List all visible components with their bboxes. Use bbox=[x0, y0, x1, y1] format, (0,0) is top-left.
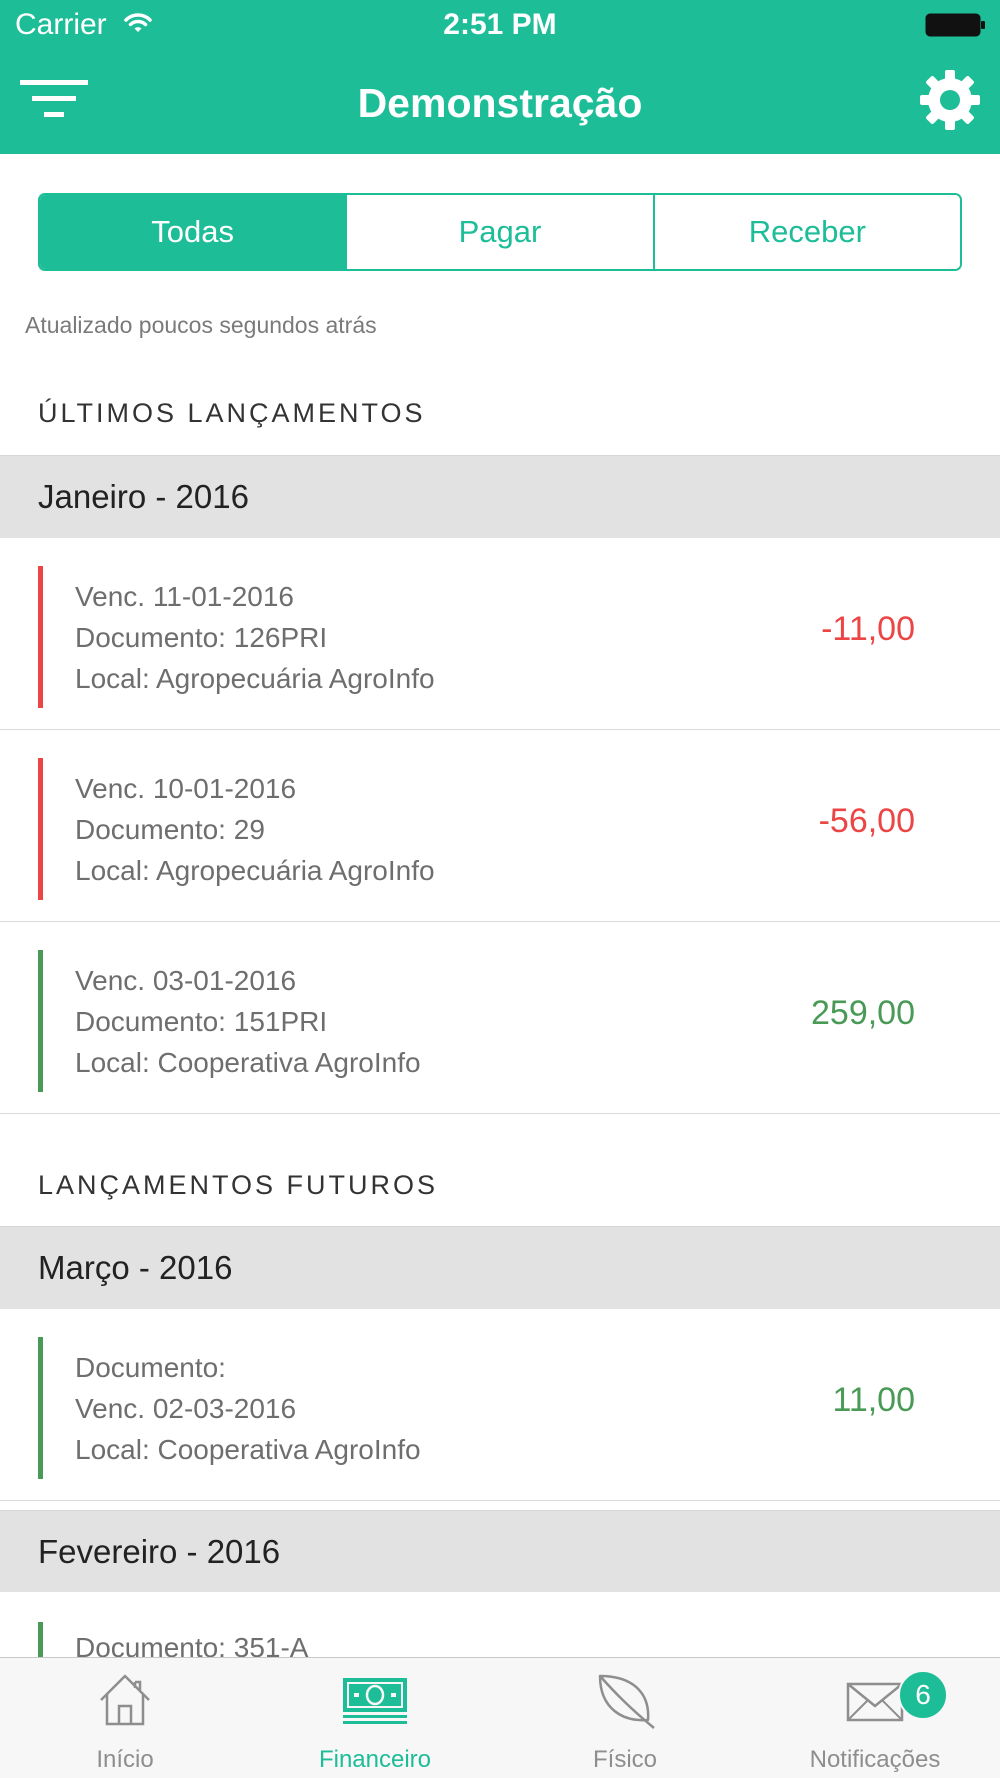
battery-icon bbox=[925, 13, 987, 42]
segment-receber[interactable]: Receber bbox=[652, 195, 960, 269]
month-label: Março - 2016 bbox=[38, 1249, 233, 1286]
entry-amount: -11,00 bbox=[821, 610, 915, 648]
list-item[interactable]: Documento: Venc. 02-03-2016 Local: Coope… bbox=[0, 1309, 1000, 1501]
segmented-control: Todas Pagar Receber bbox=[38, 193, 962, 271]
entry-due-date: Venc. 03-01-2016 bbox=[75, 965, 297, 996]
notification-badge: 6 bbox=[898, 1670, 948, 1720]
entry-amount: 259,00 bbox=[811, 994, 915, 1032]
month-label: Fevereiro - 2016 bbox=[38, 1533, 281, 1570]
entry-document: Documento: bbox=[75, 1352, 226, 1383]
segment-todas[interactable]: Todas bbox=[40, 195, 346, 269]
credit-indicator bbox=[38, 950, 43, 1092]
entry-document: Documento: 351-A bbox=[75, 1632, 309, 1657]
entry-details: Documento: Venc. 02-03-2016 Local: Coope… bbox=[75, 1347, 421, 1470]
entry-due-date: Venc. 02-03-2016 bbox=[75, 1393, 297, 1424]
section-title-recent: ÚLTIMOS LANÇAMENTOS bbox=[38, 398, 426, 428]
debit-indicator bbox=[38, 566, 43, 708]
debit-indicator bbox=[38, 758, 43, 900]
tab-label: Físico bbox=[592, 1746, 657, 1773]
entry-document: Documento: 151PRI bbox=[75, 1006, 328, 1037]
entry-details: Venc. 03-01-2016 Documento: 151PRI Local… bbox=[75, 960, 421, 1083]
tab-label: Início bbox=[96, 1746, 154, 1773]
entry-due-date: Venc. 11-01-2016 bbox=[75, 581, 294, 612]
leaf-icon bbox=[594, 1672, 656, 1735]
tab-label: Financeiro bbox=[318, 1746, 432, 1773]
money-icon bbox=[342, 1672, 408, 1733]
list-item-partial[interactable]: Documento: 351-A bbox=[0, 1592, 1000, 1657]
entry-amount: -56,00 bbox=[818, 802, 915, 840]
entry-location: Local: Agropecuária AgroInfo bbox=[75, 663, 435, 694]
app-header: Carrier 2:51 PM Demonstração bbox=[0, 0, 1000, 154]
tab-notificacoes[interactable]: 6 Notificações bbox=[750, 1658, 1000, 1778]
month-header-marco: Março - 2016 bbox=[0, 1226, 1000, 1309]
section-title-future: LANÇAMENTOS FUTUROS bbox=[38, 1170, 439, 1200]
entry-document: Documento: 29 bbox=[75, 814, 265, 845]
last-updated-text: Atualizado poucos segundos atrás bbox=[25, 312, 377, 338]
entry-details: Venc. 11-01-2016 Documento: 126PRI Local… bbox=[75, 576, 435, 699]
entry-amount: 11,00 bbox=[832, 1381, 915, 1419]
gear-icon[interactable] bbox=[918, 68, 982, 132]
entry-details: Venc. 10-01-2016 Documento: 29 Local: Ag… bbox=[75, 768, 435, 891]
entry-location: Local: Cooperativa AgroInfo bbox=[75, 1047, 421, 1078]
tab-fisico[interactable]: Físico bbox=[500, 1658, 750, 1778]
month-label: Janeiro - 2016 bbox=[38, 478, 249, 515]
tab-label: Notificações bbox=[809, 1746, 941, 1773]
tab-inicio[interactable]: Início bbox=[0, 1658, 250, 1778]
entry-location: Local: Agropecuária AgroInfo bbox=[75, 855, 435, 886]
credit-indicator bbox=[38, 1622, 43, 1657]
entry-location: Local: Cooperativa AgroInfo bbox=[75, 1434, 421, 1465]
list-item[interactable]: Venc. 11-01-2016 Documento: 126PRI Local… bbox=[0, 538, 1000, 730]
page-title: Demonstração bbox=[357, 80, 643, 126]
segment-pagar[interactable]: Pagar bbox=[345, 195, 653, 269]
tab-financeiro[interactable]: Financeiro bbox=[250, 1658, 500, 1778]
month-header-janeiro: Janeiro - 2016 bbox=[0, 455, 1000, 538]
home-icon bbox=[97, 1672, 153, 1733]
entry-document: Documento: 126PRI bbox=[75, 622, 328, 653]
mail-icon bbox=[846, 1672, 904, 1733]
tab-bar: Início Financeiro Físico 6 Notificações bbox=[0, 1657, 1000, 1778]
status-bar: Carrier 2:51 PM bbox=[0, 0, 1000, 50]
list-item[interactable]: Venc. 10-01-2016 Documento: 29 Local: Ag… bbox=[0, 730, 1000, 922]
status-time: 2:51 PM bbox=[443, 8, 557, 41]
entry-due-date: Venc. 10-01-2016 bbox=[75, 773, 297, 804]
month-header-fevereiro: Fevereiro - 2016 bbox=[0, 1510, 1000, 1593]
credit-indicator bbox=[38, 1337, 43, 1479]
navigation-bar: Demonstração bbox=[0, 50, 1000, 154]
list-item[interactable]: Venc. 03-01-2016 Documento: 151PRI Local… bbox=[0, 922, 1000, 1114]
